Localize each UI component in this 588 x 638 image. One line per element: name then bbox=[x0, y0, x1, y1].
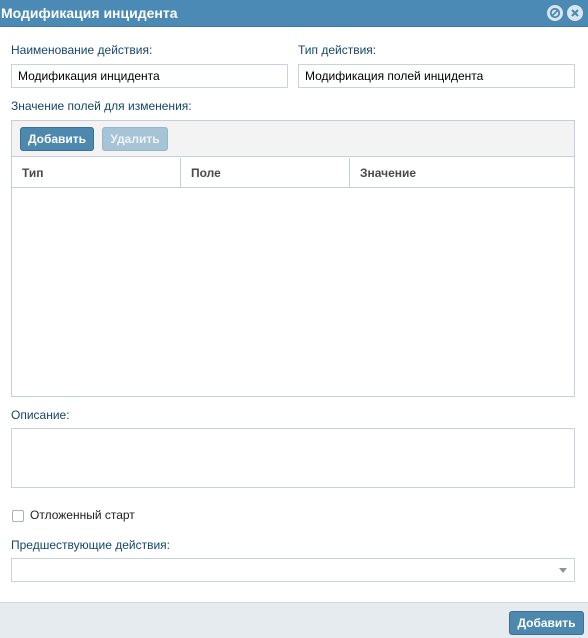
delete-row-button[interactable]: Удалить bbox=[102, 127, 168, 151]
grid-toolbar: Добавить Удалить bbox=[12, 121, 574, 157]
delayed-start-checkbox[interactable] bbox=[12, 510, 24, 522]
chevron-down-icon[interactable] bbox=[559, 568, 567, 573]
fields-label: Значение полей для изменения: bbox=[11, 99, 192, 113]
dialog-title: Модификация инцидента bbox=[1, 5, 178, 21]
submit-add-button[interactable]: Добавить bbox=[509, 611, 584, 635]
column-header-type[interactable]: Тип bbox=[12, 158, 180, 188]
action-type-input[interactable]: Модификация полей инцидента bbox=[298, 64, 575, 88]
previous-actions-label: Предшествующие действия: bbox=[11, 538, 170, 552]
minimize-button[interactable] bbox=[547, 5, 563, 21]
dialog-titlebar: Модификация инцидента bbox=[0, 0, 588, 27]
fields-grid: Добавить Удалить Тип Поле Значение bbox=[11, 120, 575, 397]
column-header-field[interactable]: Поле bbox=[180, 158, 349, 188]
minimize-icon bbox=[549, 7, 561, 19]
close-button[interactable] bbox=[567, 5, 583, 21]
action-type-label: Тип действия: bbox=[298, 43, 377, 57]
delayed-start-label[interactable]: Отложенный старт bbox=[30, 508, 135, 522]
action-name-input[interactable]: Модификация инцидента bbox=[11, 64, 288, 88]
dialog-footer: Добавить bbox=[0, 602, 588, 638]
action-name-label: Наименование действия: bbox=[11, 43, 153, 57]
previous-actions-select[interactable] bbox=[11, 558, 575, 582]
close-icon bbox=[571, 9, 579, 17]
add-row-button[interactable]: Добавить bbox=[20, 127, 94, 151]
description-textarea[interactable] bbox=[11, 428, 575, 488]
grid-header: Тип Поле Значение bbox=[12, 158, 574, 188]
column-header-value[interactable]: Значение bbox=[349, 158, 574, 188]
description-label: Описание: bbox=[11, 408, 70, 422]
